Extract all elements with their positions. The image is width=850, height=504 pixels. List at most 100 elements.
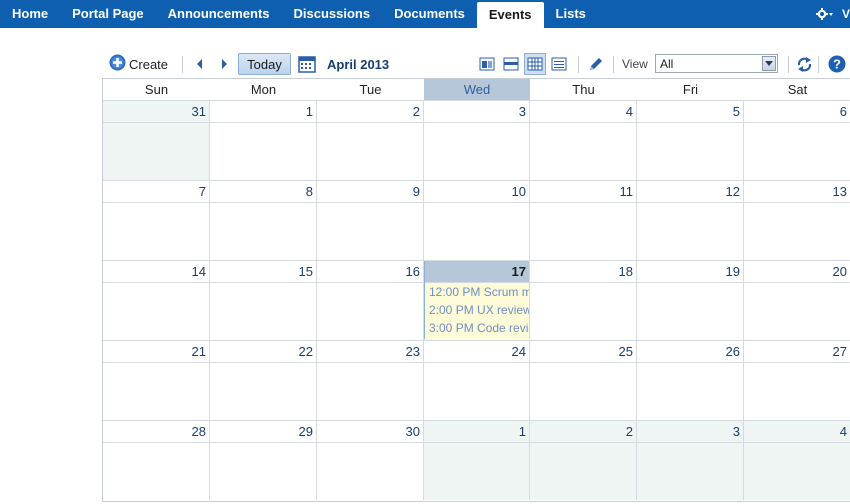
calendar-day-cell[interactable]: 10 — [424, 180, 530, 260]
tab-home[interactable]: Home — [0, 0, 60, 28]
calendar-day-cell[interactable]: 21 — [103, 340, 210, 420]
calendar-day-cell[interactable]: 29 — [210, 420, 317, 500]
calendar-day-cell[interactable]: 9 — [317, 180, 424, 260]
day-number-link[interactable]: 1 — [306, 104, 313, 119]
calendar-day-cell[interactable]: 23 — [317, 340, 424, 420]
tab-announcements[interactable]: Announcements — [156, 0, 282, 28]
tab-events[interactable]: Events — [476, 2, 544, 28]
user-menu[interactable]: V — [836, 7, 850, 21]
day-number-link[interactable]: 26 — [726, 344, 740, 359]
calendar-day-cell[interactable]: 31 — [103, 100, 210, 180]
previous-month-button[interactable] — [194, 50, 206, 78]
day-number-link[interactable]: 15 — [299, 264, 313, 279]
calendar-day-cell[interactable]: 4 — [530, 100, 637, 180]
calendar-day-cell[interactable]: 27 — [744, 340, 850, 420]
day-number-link[interactable]: 4 — [840, 424, 847, 439]
day-number-link[interactable]: 31 — [192, 104, 206, 119]
calendar-day-cell[interactable]: 6 — [744, 100, 850, 180]
calendar-day-cell[interactable]: 2 — [317, 100, 424, 180]
edit-button[interactable] — [588, 50, 604, 78]
calendar-event[interactable]: 12:00 PM Scrum meeting — [425, 283, 529, 301]
day-number-link[interactable]: 25 — [619, 344, 633, 359]
day-number-link[interactable]: 13 — [833, 184, 847, 199]
month-view-button[interactable] — [524, 53, 546, 75]
day-number-link[interactable]: 28 — [192, 424, 206, 439]
day-number-link[interactable]: 10 — [512, 184, 526, 199]
day-number-link[interactable]: 18 — [619, 264, 633, 279]
day-number-link[interactable]: 20 — [833, 264, 847, 279]
list-view-button[interactable] — [548, 53, 570, 75]
day-number-link[interactable]: 21 — [192, 344, 206, 359]
calendar-day-cell[interactable]: 1 — [210, 100, 317, 180]
day-number-link[interactable]: 2 — [626, 424, 633, 439]
day-number-link[interactable]: 12 — [726, 184, 740, 199]
day-number-link[interactable]: 27 — [833, 344, 847, 359]
day-number-link[interactable]: 7 — [199, 184, 206, 199]
day-number-link[interactable]: 11 — [620, 184, 634, 199]
tab-documents[interactable]: Documents — [382, 0, 477, 28]
today-button[interactable]: Today — [238, 53, 291, 75]
day-number-link[interactable]: 16 — [406, 264, 420, 279]
calendar-day-cell[interactable]: 28 — [103, 420, 210, 500]
calendar-day-cell[interactable]: 5 — [637, 100, 744, 180]
calendar-event[interactable]: 2:00 PM UX review — [425, 301, 529, 319]
tab-discussions[interactable]: Discussions — [282, 0, 383, 28]
calendar-day-cell[interactable]: 3 — [637, 420, 744, 500]
week-view-icon — [503, 57, 519, 71]
weekday-header: Sat — [744, 78, 850, 100]
day-number-link[interactable]: 3 — [519, 104, 526, 119]
calendar-day-cell[interactable]: 25 — [530, 340, 637, 420]
gear-icon[interactable] — [814, 0, 836, 28]
day-number-link[interactable]: 29 — [299, 424, 313, 439]
chevron-down-icon[interactable] — [762, 56, 776, 71]
calendar-day-cell[interactable]: 13 — [744, 180, 850, 260]
calendar-day-cell[interactable]: 30 — [317, 420, 424, 500]
calendar-day-cell[interactable]: 26 — [637, 340, 744, 420]
refresh-button[interactable] — [796, 50, 813, 78]
calendar-day-cell[interactable]: 7 — [103, 180, 210, 260]
calendar-day-cell[interactable]: 16 — [317, 260, 424, 340]
calendar-day-cell[interactable]: 2 — [530, 420, 637, 500]
week-view-button[interactable] — [500, 53, 522, 75]
day-number-link[interactable]: 2 — [413, 104, 420, 119]
calendar-day-cell[interactable]: 22 — [210, 340, 317, 420]
day-number-link[interactable]: 4 — [626, 104, 633, 119]
day-number-link[interactable]: 14 — [192, 264, 206, 279]
day-number-link[interactable]: 1 — [519, 424, 526, 439]
toolbar-divider — [613, 56, 614, 73]
calendar-day-cell[interactable]: 8 — [210, 180, 317, 260]
day-number-link[interactable]: 22 — [299, 344, 313, 359]
calendar-day-cell[interactable]: 15 — [210, 260, 317, 340]
calendar-day-cell[interactable]: 4 — [744, 420, 850, 500]
day-number-link[interactable]: 8 — [306, 184, 313, 199]
day-number-link[interactable]: 6 — [840, 104, 847, 119]
help-button[interactable]: ? — [828, 50, 846, 78]
day-number-link[interactable]: 19 — [726, 264, 740, 279]
calendar-day-cell[interactable]: 18 — [530, 260, 637, 340]
calendar-day-cell[interactable]: 3 — [424, 100, 530, 180]
calendar-day-cell[interactable]: 11 — [530, 180, 637, 260]
create-button[interactable]: Create — [109, 50, 168, 78]
next-month-button[interactable] — [218, 50, 230, 78]
calendar-day-cell[interactable]: 1 — [424, 420, 530, 500]
day-number-link[interactable]: 17 — [512, 264, 526, 279]
day-view-button[interactable] — [476, 53, 498, 75]
day-number-link[interactable]: 3 — [733, 424, 740, 439]
calendar-day-cell[interactable]: 14 — [103, 260, 210, 340]
calendar-day-cell[interactable]: 12 — [637, 180, 744, 260]
calendar-day-cell[interactable]: 19 — [637, 260, 744, 340]
tab-portal-page[interactable]: Portal Page — [60, 0, 156, 28]
day-number-link[interactable]: 30 — [406, 424, 420, 439]
view-select[interactable]: All — [655, 54, 778, 73]
calendar-day-cell[interactable]: 20 — [744, 260, 850, 340]
month-calendar-grid: Sun Mon Tue Wed Thu Fri Sat 31 1 2 3 4 5 6 7 8 9 10 11 12 13… — [102, 78, 850, 502]
calendar-event[interactable]: 3:00 PM Code review — [425, 319, 529, 337]
tab-lists[interactable]: Lists — [544, 0, 598, 28]
calendar-day-cell[interactable]: 24 — [424, 340, 530, 420]
date-picker-button[interactable] — [298, 50, 316, 78]
day-number-link[interactable]: 5 — [733, 104, 740, 119]
calendar-day-cell[interactable]: 17 12:00 PM Scrum meeting2:00 PM UX revie… — [424, 260, 530, 340]
day-number-link[interactable]: 9 — [413, 184, 420, 199]
day-number-link[interactable]: 24 — [512, 344, 526, 359]
day-number-link[interactable]: 23 — [406, 344, 420, 359]
